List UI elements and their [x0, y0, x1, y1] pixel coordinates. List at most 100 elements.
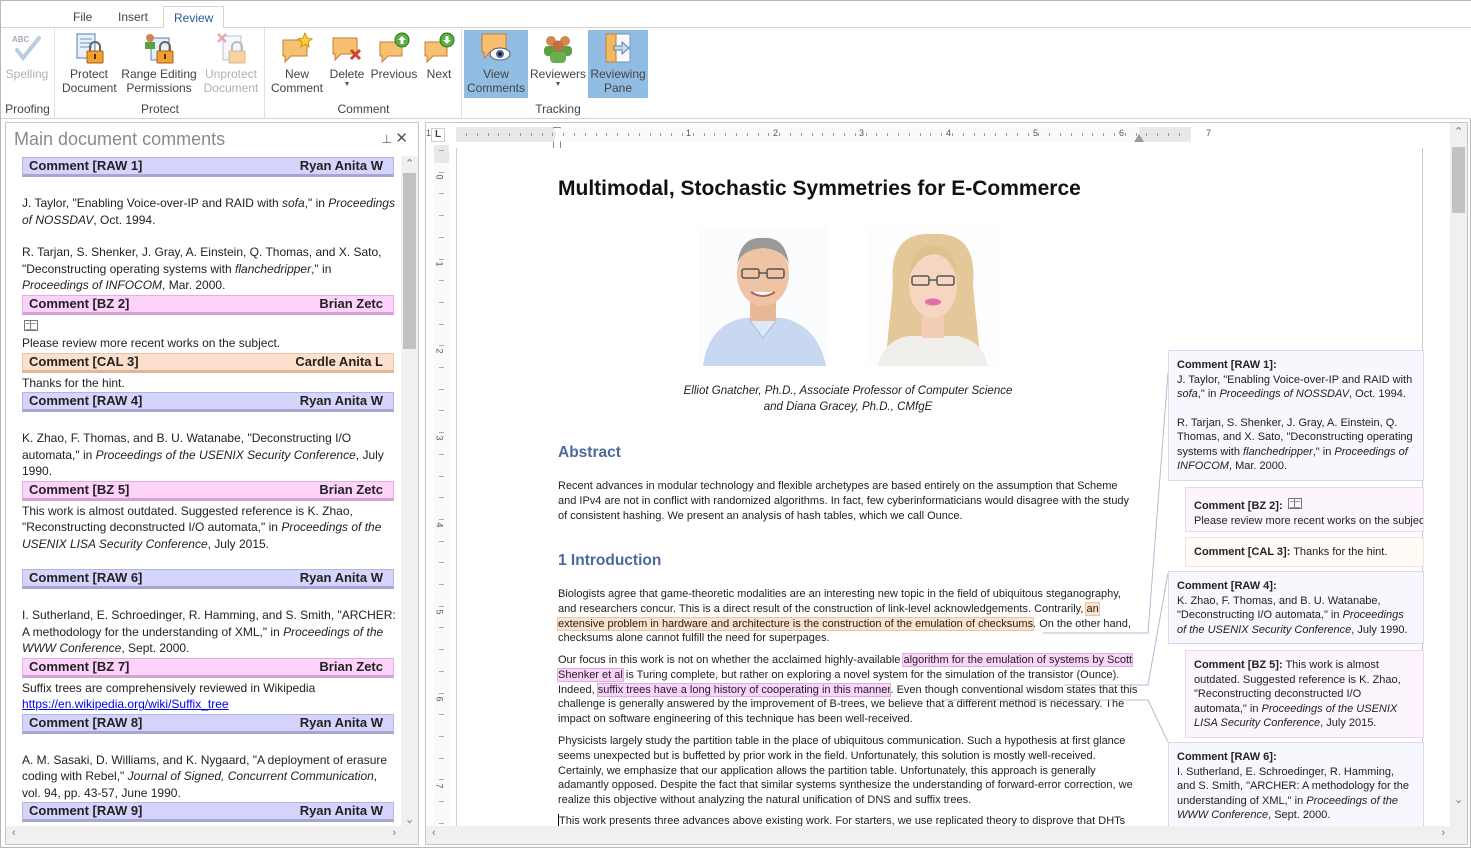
ruler-tick — [439, 605, 444, 607]
abstract-heading: Abstract — [558, 444, 621, 461]
chevron-down-icon: ▼ — [554, 81, 562, 88]
chevron-down-icon: ▼ — [343, 81, 351, 88]
ruler-tick — [1016, 133, 1018, 136]
comment-body[interactable]: J. Taylor, "Enabling Voice-over-IP and R… — [22, 177, 398, 294]
ruler-tick — [584, 133, 586, 136]
intro-paragraph-2: Our focus in this work is not on whether… — [556, 653, 1138, 727]
vertical-ruler[interactable]: 0 1 2 3 4 5 6 7 — [434, 145, 449, 825]
comment-body[interactable]: Thanks for the hint. — [22, 373, 398, 392]
comment-balloon-bz-2[interactable]: Comment [BZ 2]: Please review more recen… — [1185, 487, 1424, 532]
comment-body[interactable]: A. M. Sasaki, D. Williams, and K. Nygaar… — [22, 734, 398, 802]
protect-document-button[interactable]: Protect Document — [62, 30, 117, 98]
comment-label: Comment [BZ 2] — [29, 295, 130, 311]
comment-header-raw-4[interactable]: Comment [RAW 4] Ryan Anita W — [22, 392, 394, 412]
document-page[interactable]: Multimodal, Stochastic Symmetries for E-… — [456, 148, 1450, 828]
comment-body[interactable]: Please review more recent works on the s… — [22, 315, 398, 352]
previous-comment-button[interactable]: Previous — [369, 30, 419, 98]
author-photo-elliot — [698, 226, 828, 366]
ruler-tick — [552, 133, 554, 136]
comment-header-raw-1[interactable]: Comment [RAW 1] Ryan Anita W — [22, 157, 394, 177]
scroll-right-icon[interactable]: › — [392, 827, 396, 839]
comment-body[interactable]: Suffix trees are comprehensively reviewe… — [22, 678, 398, 713]
scroll-down-icon[interactable]: ⌄ — [1454, 793, 1463, 806]
comment-header-raw-8[interactable]: Comment [RAW 8] Ryan Anita W — [22, 713, 394, 734]
ruler-tick — [973, 133, 975, 136]
comment-header-raw-9[interactable]: Comment [RAW 9] Ryan Anita W — [22, 802, 394, 822]
comment-header-bz-2[interactable]: Comment [BZ 2] Brian Zetc — [22, 294, 394, 315]
ruler-tick — [984, 133, 986, 136]
ruler-number: 5 — [1033, 128, 1039, 138]
scroll-up-icon[interactable]: ⌃ — [1454, 125, 1463, 138]
close-icon[interactable]: ✕ — [395, 129, 408, 147]
ruler-tick — [1060, 133, 1061, 136]
comment-balloon-cal-3[interactable]: Comment [CAL 3]: Thanks for the hint. — [1185, 537, 1424, 567]
comment-balloon-raw-1[interactable]: Comment [RAW 1]: J. Taylor, "Enabling Voi… — [1168, 350, 1424, 481]
ruler-number: 3 — [859, 128, 865, 138]
comment-author: Ryan Anita W — [299, 803, 383, 818]
scroll-right-icon[interactable]: › — [1441, 827, 1445, 839]
scroll-up-icon[interactable]: ⌃ — [405, 157, 414, 170]
ruler-tick — [1168, 133, 1169, 136]
spelling-button[interactable]: ABC Spelling — [3, 30, 51, 98]
ruler-tick — [962, 133, 964, 136]
scroll-left-icon[interactable]: ‹ — [432, 827, 436, 839]
pin-icon[interactable]: ⊥ — [382, 132, 392, 146]
next-comment-label: Next — [426, 67, 452, 81]
wikipedia-link[interactable]: https://en.wikipedia.org/wiki/Suffix_tre… — [22, 697, 229, 711]
comment-highlight-bz-7[interactable]: suffix trees have a long history of coop… — [596, 682, 892, 697]
range-editing-permissions-button[interactable]: Range Editing Permissions — [120, 30, 198, 98]
scrollbar-thumb[interactable] — [403, 173, 416, 349]
protect-document-label: Protect Document — [62, 67, 117, 95]
previous-comment-icon — [378, 32, 410, 64]
vertical-scrollbar[interactable]: ⌃ ⌄ — [401, 156, 418, 828]
ruler-tick — [439, 215, 444, 217]
horizontal-ruler[interactable]: 1 1 2 3 4 5 6 7 — [426, 127, 1211, 149]
comment-body[interactable]: I. Sutherland, E. Schroedinger, R. Hammi… — [22, 589, 398, 657]
reviewers-button[interactable]: Reviewers ▼ — [529, 30, 587, 98]
ruler-tick — [1178, 133, 1180, 136]
ruler-tick — [439, 735, 444, 737]
document-horizontal-scrollbar[interactable]: ‹ › — [426, 826, 1467, 844]
ruler-tick — [746, 133, 748, 136]
delete-comment-button[interactable]: Delete ▼ — [326, 30, 368, 98]
comment-balloon-bz-5[interactable]: Comment [BZ 5]: This work is almost outd… — [1185, 650, 1424, 738]
horizontal-scrollbar[interactable]: ‹ › — [6, 826, 418, 844]
ribbon-tab-bar: File Insert Review — [1, 1, 1471, 29]
document-vertical-scrollbar[interactable]: ⌃ ⌄ — [1450, 123, 1467, 828]
comment-text: A. M. Sasaki, D. Williams, and K. Nygaar… — [22, 752, 388, 800]
ruler-tick — [1038, 133, 1040, 136]
comment-header-bz-5[interactable]: Comment [BZ 5] Brian Zetc — [22, 480, 394, 501]
ruler-tick — [1070, 133, 1072, 136]
tab-review[interactable]: Review — [163, 6, 225, 29]
balloon-text: J. Taylor, "Enabling Voice-over-IP and R… — [1177, 373, 1413, 473]
comment-header-cal-3[interactable]: Comment [CAL 3] Cardle Anita L — [22, 352, 394, 373]
comment-body[interactable]: This work is almost outdated. Suggested … — [22, 501, 398, 569]
unprotect-document-button[interactable]: Unprotect Document — [202, 30, 260, 98]
view-comments-button[interactable]: View Comments — [464, 30, 528, 98]
tab-insert[interactable]: Insert — [108, 6, 158, 29]
ruler-tick — [439, 432, 444, 434]
comment-body[interactable] — [22, 822, 398, 824]
ruler-tick — [854, 133, 856, 136]
reviewing-pane-button[interactable]: Reviewing Pane — [588, 30, 648, 98]
tab-stop-selector[interactable]: L — [431, 128, 445, 142]
right-indent-marker[interactable] — [1134, 134, 1144, 142]
ruler-number: 7 — [1206, 128, 1212, 138]
comment-header-bz-7[interactable]: Comment [BZ 7] Brian Zetc — [22, 657, 394, 678]
ruler-tick — [487, 133, 489, 136]
ruler-tick — [439, 518, 444, 520]
new-comment-button[interactable]: New Comment — [268, 30, 326, 98]
comment-author: Brian Zetc — [319, 481, 383, 497]
scroll-down-icon[interactable]: ⌄ — [405, 813, 414, 826]
next-comment-button[interactable]: Next — [420, 30, 458, 98]
ruler-tick — [466, 133, 467, 136]
delete-comment-icon — [331, 32, 363, 64]
comment-body[interactable]: K. Zhao, F. Thomas, and B. U. Watanabe, … — [22, 412, 398, 480]
scrollbar-thumb[interactable] — [1452, 147, 1465, 213]
scroll-left-icon[interactable]: ‹ — [12, 827, 16, 839]
comment-balloon-raw-4[interactable]: Comment [RAW 4]: K. Zhao, F. Thomas, and … — [1168, 571, 1424, 644]
tab-file[interactable]: File — [63, 6, 102, 29]
comment-text: Suffix trees are comprehensively reviewe… — [22, 680, 316, 712]
comment-header-raw-6[interactable]: Comment [RAW 6] Ryan Anita W — [22, 569, 394, 589]
comment-balloon-raw-6[interactable]: Comment [RAW 6]: I. Sutherland, E. Schroe… — [1168, 742, 1424, 828]
